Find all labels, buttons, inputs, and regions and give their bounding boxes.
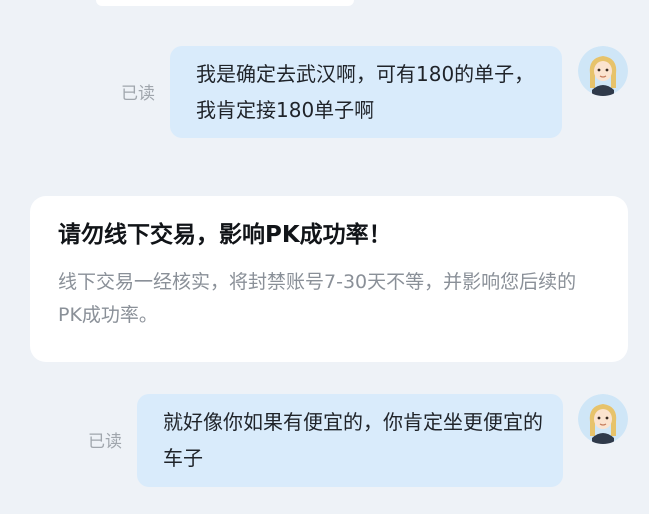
notice-body: 线下交易一经核实，将封禁账号7-30天不等，并影响您后续的PK成功率。 [58,271,577,326]
offline-trade-warning-card: 请勿线下交易，影响PK成功率！ 线下交易一经核实，将封禁账号7-30天不等，并影… [30,196,628,362]
user-avatar-icon[interactable] [578,46,628,96]
notice-title: 请勿线下交易，影响PK成功率！ [58,222,392,248]
previous-message-bubble [96,0,354,6]
message-bubble[interactable]: 我是确定去武汉啊，可有180的单子，我肯定接180单子啊 [170,46,562,138]
user-avatar-icon[interactable] [578,394,628,444]
read-status-label: 已读 [88,432,122,452]
message-bubble[interactable]: 就好像你如果有便宜的，你肯定坐更便宜的车子 [137,394,563,487]
read-status-label: 已读 [121,84,155,104]
